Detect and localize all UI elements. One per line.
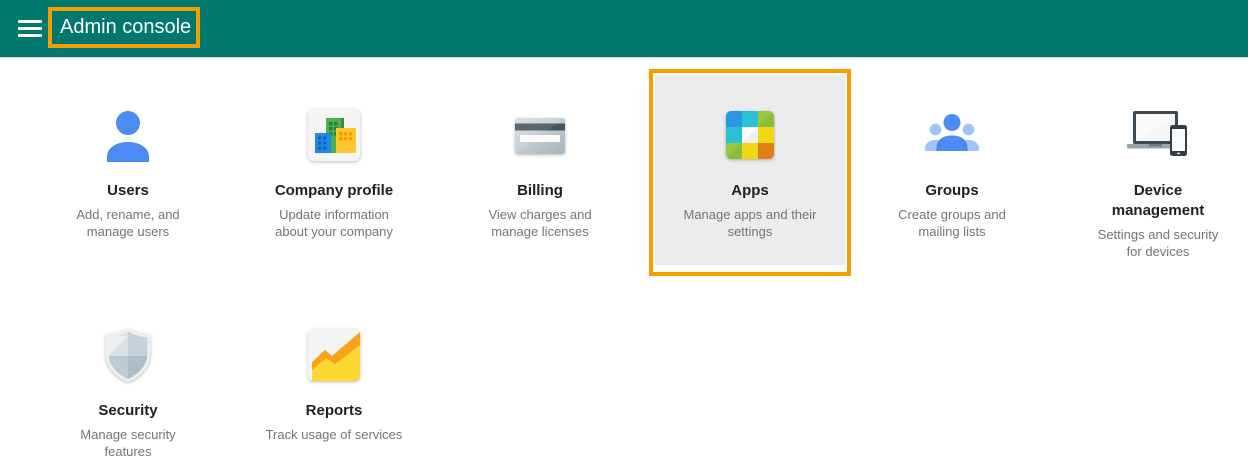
tile-title: Company profile [274,182,394,199]
tile-title: Users [107,182,149,199]
tile-description: Create groups and mailing lists [898,207,1006,239]
tile-company-profile[interactable]: Company profile Update information about… [239,75,429,265]
security-icon [100,327,156,383]
admin-console-page: Admin console Users Add, rename, and man… [0,0,1248,476]
apps-icon [722,107,778,163]
billing-icon [512,107,568,163]
tile-security[interactable]: Security Manage security features [33,295,223,476]
tile-title: Security [98,402,158,419]
tile-title: Reports [305,402,363,419]
page-title: Admin console [60,16,192,38]
tile-groups[interactable]: Groups Create groups and mailing lists [857,75,1047,265]
tile-billing[interactable]: Billing View charges and manage licenses [445,75,635,265]
tile-reports[interactable]: Reports Track usage of services [239,295,429,476]
tile-title: Device management [1111,182,1205,219]
device-management-icon [1125,107,1191,163]
groups-icon [924,107,980,163]
app-header: Admin console [0,0,1248,57]
tile-description: View charges and manage licenses [488,207,592,239]
tile-description: Manage security features [80,427,176,459]
users-icon [100,107,156,163]
tile-description: Update information about your company [275,207,393,239]
tile-description: Add, rename, and manage users [76,207,180,239]
tile-title: Groups [925,182,979,199]
tile-description: Track usage of services [265,427,403,442]
company-profile-icon [306,107,362,163]
tile-title: Billing [517,182,563,199]
tile-title: Apps [731,182,769,199]
tile-apps[interactable]: Apps Manage apps and their settings [655,75,845,265]
tile-device-management[interactable]: Device management Settings and security … [1063,75,1248,265]
tile-description: Manage apps and their settings [683,207,817,239]
reports-icon [306,327,362,383]
tile-description: Settings and security for devices [1097,227,1219,259]
hamburger-menu-icon[interactable] [18,20,42,37]
admin-console-highlight: Admin console [48,7,200,48]
tile-users[interactable]: Users Add, rename, and manage users [33,75,223,265]
